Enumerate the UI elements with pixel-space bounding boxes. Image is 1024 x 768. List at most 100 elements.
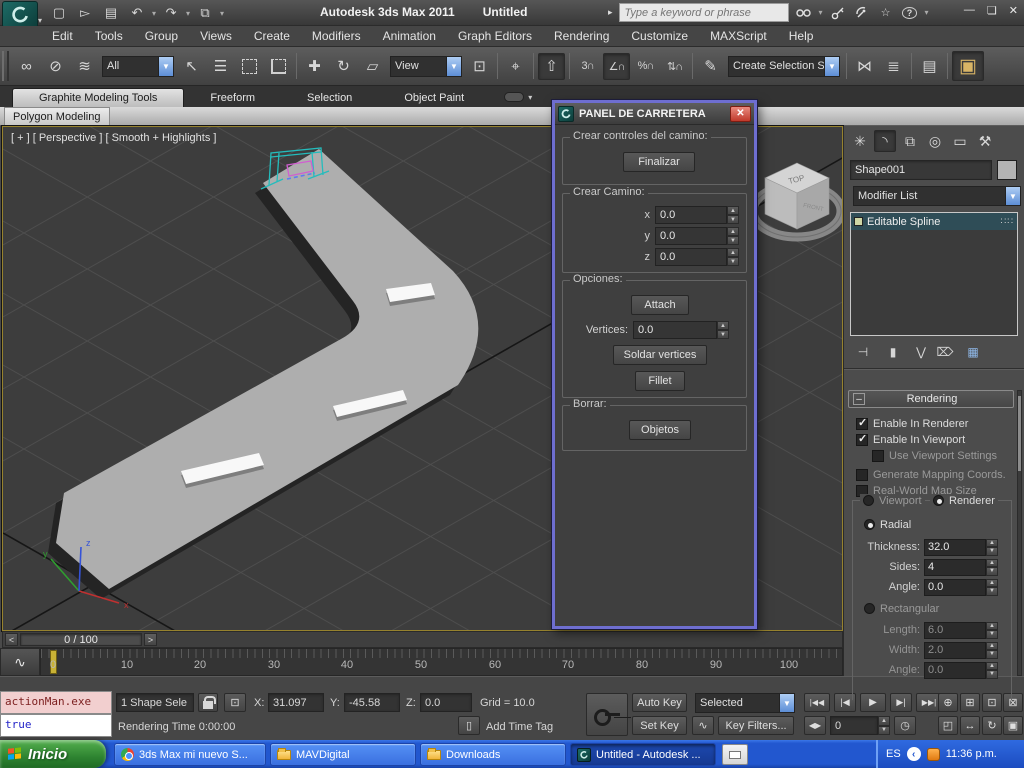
y-path-field[interactable]: 0.0 — [655, 227, 727, 245]
edit-named-selection-sets-button[interactable] — [697, 53, 724, 80]
menu-modifiers[interactable]: Modifiers — [312, 29, 361, 43]
radio-icon[interactable] — [863, 495, 874, 506]
select-object-button[interactable] — [178, 53, 205, 80]
modifier-stack[interactable]: Editable Spline ∷∷ — [850, 212, 1018, 336]
taskbar-item-mavdigital[interactable]: MAVDigital — [270, 743, 416, 766]
collapse-icon[interactable]: – — [853, 393, 865, 405]
menu-edit[interactable]: Edit — [52, 29, 73, 43]
dialog-titlebar[interactable]: PANEL DE CARRETERA ✕ — [555, 103, 754, 125]
rendering-rollout-header[interactable]: – Rendering — [848, 390, 1014, 408]
pan-view-button[interactable] — [960, 716, 980, 735]
ribbon-options-arrow-icon[interactable]: ▾ — [528, 93, 532, 102]
vertices-spinner[interactable]: ▲▼ — [717, 321, 729, 339]
search-icon[interactable] — [795, 4, 813, 22]
named-selection-sets-dropdown[interactable]: Create Selection Se ▼ — [728, 56, 840, 77]
radio-icon[interactable] — [864, 603, 875, 614]
z-path-field[interactable]: 0.0 — [655, 248, 727, 266]
selection-filter-dropdown[interactable]: All ▼ — [102, 56, 174, 77]
radio-icon[interactable] — [933, 495, 944, 506]
fillet-button[interactable]: Fillet — [635, 371, 685, 391]
sides-field[interactable]: 4 — [924, 559, 986, 576]
manage-layers-button[interactable] — [916, 53, 943, 80]
ribbon-tab-freeform[interactable]: Freeform — [184, 89, 281, 107]
radio-icon[interactable] — [864, 519, 875, 530]
checkbox-use-viewport-settings[interactable]: Use Viewport Settings — [872, 449, 997, 463]
rectangular-selection-region-button[interactable] — [236, 53, 263, 80]
isolate-selection-button[interactable] — [458, 716, 480, 735]
menu-views[interactable]: Views — [200, 29, 232, 43]
angle-field[interactable]: 0.0 — [924, 579, 986, 596]
default-in-out-tangents-button[interactable] — [692, 716, 714, 735]
restore-button[interactable]: ❏ — [987, 4, 997, 17]
taskbar-item-downloads[interactable]: Downloads — [420, 743, 566, 766]
project-toolbar-button[interactable] — [194, 3, 216, 23]
z-path-spinner[interactable]: ▲▼ — [727, 248, 739, 266]
keyboard-override-toggle-button[interactable] — [538, 53, 565, 80]
checkbox-icon[interactable] — [856, 434, 868, 446]
project-dropdown-icon[interactable] — [220, 9, 224, 18]
help-dropdown-icon[interactable] — [925, 8, 929, 17]
current-frame-field[interactable]: 0 — [830, 716, 878, 735]
percent-snap-toggle-button[interactable] — [632, 53, 659, 80]
toolbar-drag-handle[interactable] — [2, 51, 9, 81]
ribbon-tab-graphite[interactable]: Graphite Modeling Tools — [12, 88, 184, 107]
menu-tools[interactable]: Tools — [95, 29, 123, 43]
mini-curve-editor-button[interactable] — [0, 648, 40, 676]
objetos-button[interactable]: Objetos — [629, 420, 691, 440]
checkbox-generate-mapping-coords[interactable]: Generate Mapping Coords. — [856, 468, 1006, 482]
chevron-down-icon[interactable]: ▼ — [446, 57, 461, 76]
width-spinner[interactable]: ▲▼ — [986, 642, 998, 659]
thickness-spinner[interactable]: ▲▼ — [986, 539, 998, 556]
tab-motion[interactable] — [924, 130, 946, 152]
app-menu-arrow-icon[interactable]: ▾ — [38, 16, 42, 25]
zoom-region-button[interactable] — [938, 716, 958, 735]
angle-spinner[interactable]: ▲▼ — [986, 579, 998, 596]
mirror-button[interactable] — [851, 53, 878, 80]
auto-key-button[interactable]: Auto Key — [632, 693, 687, 712]
select-and-manipulate-button[interactable] — [502, 53, 529, 80]
redo-dropdown-icon[interactable] — [186, 9, 190, 18]
new-scene-button[interactable] — [48, 3, 70, 23]
snaps-toggle-button[interactable] — [574, 53, 601, 80]
y-coordinate-field[interactable]: -45.58 — [344, 693, 400, 712]
show-end-result-button[interactable] — [882, 342, 904, 362]
menu-customize[interactable]: Customize — [631, 29, 688, 43]
align-button[interactable] — [880, 53, 907, 80]
search-dropdown-icon[interactable] — [819, 8, 823, 17]
save-file-button[interactable] — [100, 3, 122, 23]
radio-renderer[interactable]: Renderer — [930, 494, 998, 507]
modifier-list-dropdown[interactable]: Modifier List ▼ — [853, 186, 1021, 206]
vertices-field[interactable]: 0.0 — [633, 321, 717, 339]
taskbar-item-browser[interactable]: 3ds Max mi nuevo S... — [114, 743, 266, 766]
absolute-offset-toggle-button[interactable] — [224, 693, 246, 712]
checkbox-icon[interactable] — [856, 469, 868, 481]
menu-rendering[interactable]: Rendering — [554, 29, 609, 43]
z-coordinate-field[interactable]: 0.0 — [420, 693, 472, 712]
menu-create[interactable]: Create — [254, 29, 290, 43]
tray-collapse-chevron-icon[interactable]: ‹ — [907, 747, 921, 761]
sides-spinner[interactable]: ▲▼ — [986, 559, 998, 576]
menu-help[interactable]: Help — [789, 29, 814, 43]
open-file-button[interactable] — [74, 3, 96, 23]
tray-language-indicator[interactable]: ES — [886, 748, 901, 760]
angle2-field[interactable]: 0.0 — [924, 662, 986, 679]
language-bar-button[interactable] — [722, 744, 748, 765]
tab-utilities[interactable] — [974, 130, 996, 152]
menu-graph-editors[interactable]: Graph Editors — [458, 29, 532, 43]
set-keys-button[interactable] — [586, 693, 628, 736]
undo-dropdown-icon[interactable] — [152, 9, 156, 18]
window-crossing-toggle-button[interactable] — [265, 53, 292, 80]
key-mode-toggle-button[interactable] — [804, 716, 826, 735]
ribbon-panel-polygon-modeling[interactable]: Polygon Modeling — [4, 107, 110, 126]
chevron-down-icon[interactable]: ▼ — [779, 694, 794, 712]
select-and-move-button[interactable] — [301, 53, 328, 80]
tray-clock[interactable]: 11:36 p.m. — [946, 748, 997, 760]
go-to-start-button[interactable] — [804, 693, 830, 712]
app-menu-button[interactable] — [2, 1, 38, 28]
time-configuration-button[interactable] — [894, 716, 916, 735]
stack-item-editable-spline[interactable]: Editable Spline ∷∷ — [851, 213, 1017, 230]
viewcube[interactable]: TOP FRONT — [753, 163, 841, 237]
scrollbar-thumb[interactable] — [1018, 396, 1021, 471]
panel-de-carretera-dialog[interactable]: PANEL DE CARRETERA ✕ Crear controles del… — [552, 100, 757, 629]
search-input[interactable] — [619, 3, 789, 22]
